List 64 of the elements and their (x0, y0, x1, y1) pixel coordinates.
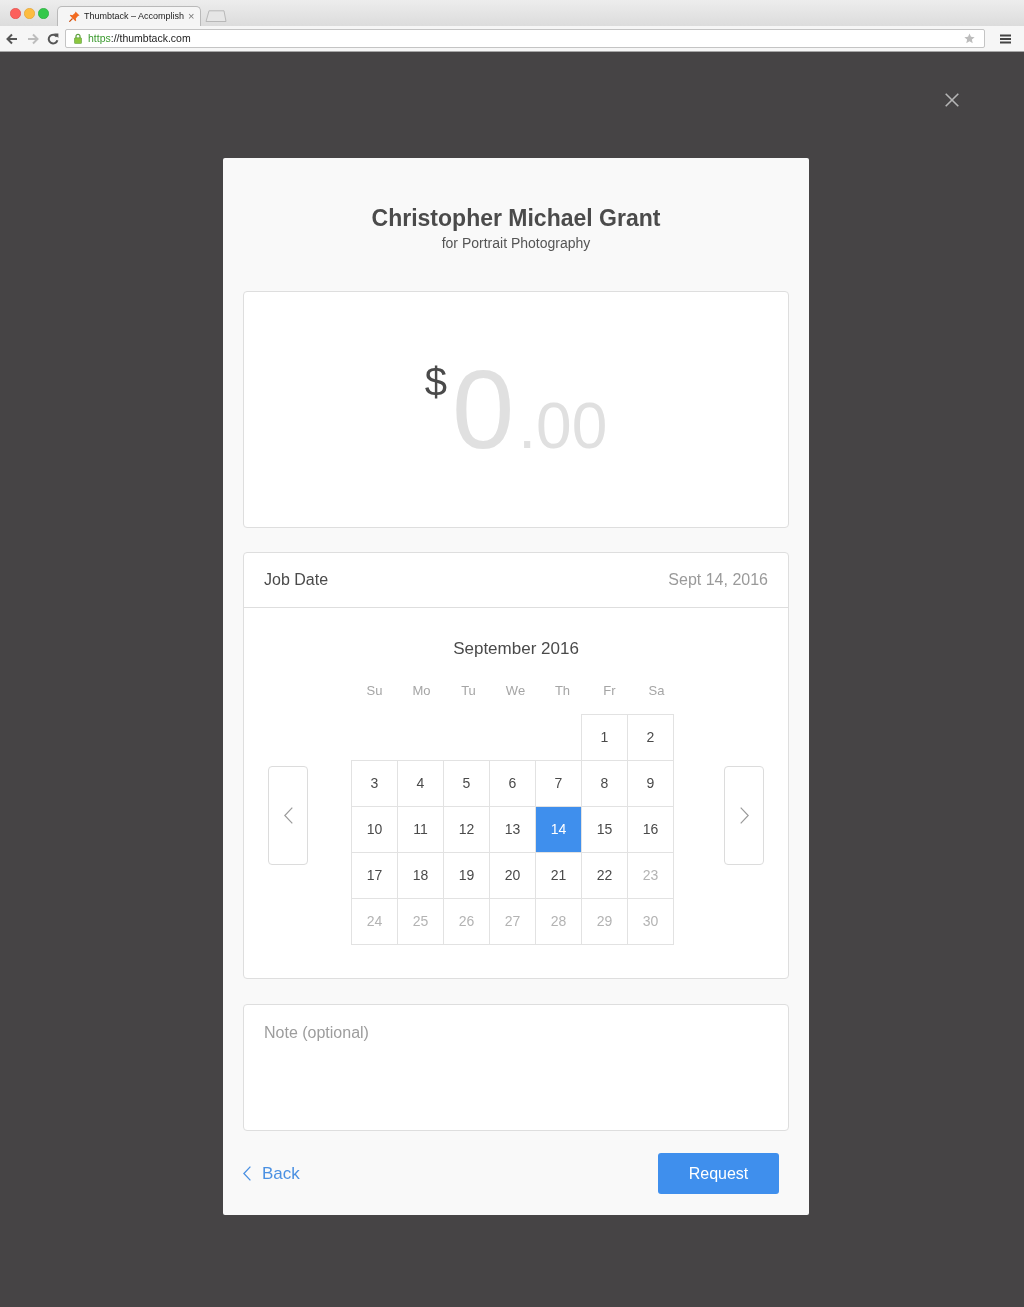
url-text: https://thumbtack.com (88, 30, 191, 46)
chevron-left-icon (243, 1166, 251, 1181)
calendar-day: 30 (627, 898, 674, 945)
job-date-value: Sept 14, 2016 (668, 570, 768, 590)
weekday-label: Fr (603, 682, 616, 700)
calendar-day[interactable]: 11 (397, 806, 444, 853)
address-bar[interactable]: https://thumbtack.com (65, 29, 985, 48)
calendar-day[interactable]: 4 (397, 760, 444, 807)
calendar-day[interactable]: 3 (351, 760, 398, 807)
previous-month-button[interactable] (268, 766, 308, 865)
calendar-day: 24 (351, 898, 398, 945)
calendar-day: 26 (443, 898, 490, 945)
note-field[interactable]: Note (optional) (243, 1004, 789, 1131)
padlock-icon (74, 33, 82, 44)
calendar-day[interactable]: 22 (581, 852, 628, 899)
pushpin-icon (69, 11, 80, 22)
close-icon[interactable] (945, 93, 959, 107)
back-arrow-icon[interactable] (6, 32, 18, 45)
calendar-day[interactable]: 18 (397, 852, 444, 899)
calendar-day: 27 (489, 898, 536, 945)
calendar-day[interactable]: 13 (489, 806, 536, 853)
calendar-day[interactable]: 15 (581, 806, 628, 853)
provider-name: Christopher Michael Grant (371, 204, 661, 233)
calendar-day[interactable]: 16 (627, 806, 674, 853)
reload-icon[interactable] (47, 32, 59, 45)
calendar-day: 25 (397, 898, 444, 945)
weekday-label: Mo (412, 682, 431, 700)
weekday-label: Sa (648, 682, 665, 700)
calendar-day[interactable]: 2 (627, 714, 674, 761)
window-minimize-dot-icon[interactable] (24, 7, 35, 19)
calendar-day[interactable]: 21 (535, 852, 582, 899)
calendar-day[interactable]: 7 (535, 760, 582, 807)
currency-symbol: $ (424, 361, 447, 402)
weekday-label: Su (366, 682, 383, 700)
tab-close[interactable]: × (188, 11, 195, 22)
menu-icon[interactable] (1000, 33, 1011, 44)
calendar-day[interactable]: 10 (351, 806, 398, 853)
browser-tab[interactable]: Thumbtack – Accomplish × (57, 6, 202, 26)
calendar-day[interactable]: 17 (351, 852, 398, 899)
weekday-label: We (505, 682, 526, 700)
chevron-left-icon (283, 807, 293, 824)
calendar-day[interactable]: 20 (489, 852, 536, 899)
calendar-day[interactable]: 8 (581, 760, 628, 807)
star-icon[interactable] (964, 33, 975, 44)
tab-title: Thumbtack – Accomplish (84, 9, 185, 23)
job-date-label: Job Date (264, 570, 329, 590)
chevron-right-icon (739, 807, 749, 824)
calendar-day[interactable]: 12 (443, 806, 490, 853)
calendar-day[interactable]: 5 (443, 760, 490, 807)
next-month-button[interactable] (724, 766, 764, 865)
service-subtitle: for Portrait Photography (441, 234, 591, 253)
calendar-day[interactable]: 9 (627, 760, 674, 807)
weekday-label: Th (554, 682, 571, 700)
window-close-dot-icon[interactable] (10, 7, 21, 19)
month-title: September 2016 (453, 638, 579, 660)
calendar-day: 28 (535, 898, 582, 945)
calendar-day[interactable]: 6 (489, 760, 536, 807)
weekday-label: Tu (461, 682, 476, 700)
calendar-day: 23 (627, 852, 674, 899)
calendar-day[interactable]: 19 (443, 852, 490, 899)
new-tab-icon[interactable] (205, 10, 228, 22)
window-zoom-dot-icon[interactable] (38, 7, 49, 19)
calendar-day[interactable]: 1 (581, 714, 628, 761)
calendar-day: 29 (581, 898, 628, 945)
